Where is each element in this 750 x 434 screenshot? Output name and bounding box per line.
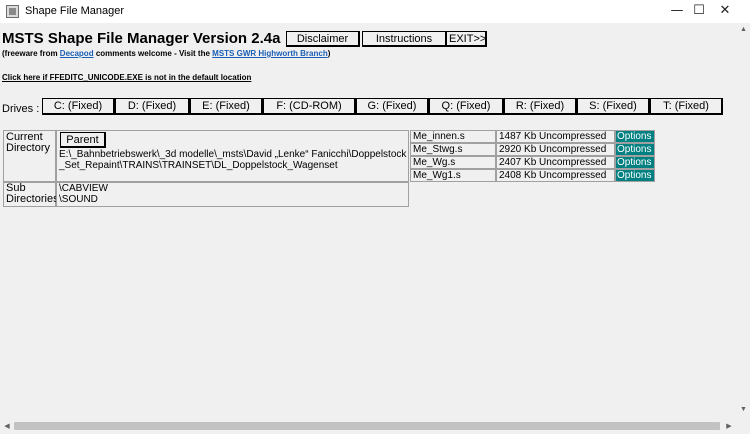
subdirectory-item[interactable]: \CABVIEW	[59, 183, 408, 194]
file-name: Me_Stwg.s	[410, 143, 496, 156]
sub-directories-list: \CABVIEW \SOUND	[56, 182, 409, 207]
app-title: MSTS Shape File Manager Version 2.4a	[2, 30, 281, 47]
drive-button-r[interactable]: R: (Fixed)	[504, 98, 577, 115]
drive-button-f[interactable]: F: (CD-ROM)	[263, 98, 356, 115]
drives-label: Drives :	[2, 103, 40, 115]
file-size: 2408 Kb Uncompressed	[496, 169, 615, 182]
drive-button-q[interactable]: Q: (Fixed)	[429, 98, 504, 115]
vertical-scrollbar[interactable]: ▲ ▼	[737, 23, 750, 419]
freeware-suffix: )	[327, 49, 331, 58]
drive-button-e[interactable]: E: (Fixed)	[190, 98, 263, 115]
drive-button-c[interactable]: C: (Fixed)	[42, 98, 115, 115]
parent-button[interactable]: Parent	[60, 132, 106, 148]
current-directory-path: E:\_Bahnbetriebswerk\_3d modelle\_msts\D…	[59, 149, 407, 171]
file-options-cell: Options	[615, 130, 655, 143]
current-directory-label: Current Directory	[3, 130, 56, 182]
drive-button-g[interactable]: G: (Fixed)	[356, 98, 429, 115]
decapod-link[interactable]: Decapod	[60, 49, 94, 58]
horizontal-scrollbar[interactable]: ◀ ▶	[0, 419, 737, 434]
options-button[interactable]: Options	[616, 144, 654, 155]
drive-button-t[interactable]: T: (Fixed)	[650, 98, 723, 115]
disclaimer-button[interactable]: Disclaimer	[286, 31, 360, 47]
scrollbar-corner	[737, 419, 750, 434]
freeware-prefix: (freeware from	[2, 49, 60, 58]
freeware-note: (freeware from Decapod comments welcome …	[2, 49, 330, 58]
file-size: 2920 Kb Uncompressed	[496, 143, 615, 156]
options-button[interactable]: Options	[616, 157, 654, 168]
file-row: Me_Stwg.s 2920 Kb Uncompressed Options	[410, 143, 655, 156]
file-row: Me_Wg.s 2407 Kb Uncompressed Options	[410, 156, 655, 169]
file-options-cell: Options	[615, 169, 655, 182]
current-directory-cell: Parent E:\_Bahnbetriebswerk\_3d modelle\…	[56, 130, 409, 182]
horizontal-scroll-thumb[interactable]	[14, 422, 720, 430]
close-button[interactable]: ✕	[702, 0, 748, 23]
subdirectory-item[interactable]: \SOUND	[59, 194, 408, 205]
window-title: Shape File Manager	[25, 5, 125, 17]
exit-button[interactable]: EXIT>>	[446, 31, 487, 47]
drive-button-d[interactable]: D: (Fixed)	[115, 98, 190, 115]
file-size: 2407 Kb Uncompressed	[496, 156, 615, 169]
file-row: Me_innen.s 1487 Kb Uncompressed Options	[410, 130, 655, 143]
file-options-cell: Options	[615, 143, 655, 156]
scroll-up-icon[interactable]: ▲	[737, 25, 750, 35]
directory-panel: Current Directory Parent E:\_Bahnbetrieb…	[3, 130, 409, 207]
freeware-middle: comments welcome - Visit the	[93, 49, 213, 58]
sub-directories-label: Sub Directories	[3, 182, 59, 207]
title-bar: Shape File Manager — ☐ ✕	[0, 0, 750, 23]
instructions-button[interactable]: Instructions	[362, 31, 447, 47]
file-name: Me_Wg.s	[410, 156, 496, 169]
scroll-down-icon[interactable]: ▼	[737, 405, 750, 415]
file-list: Me_innen.s 1487 Kb Uncompressed Options …	[410, 130, 655, 184]
options-button[interactable]: Options	[616, 170, 654, 181]
gwr-branch-link[interactable]: MSTS GWR Highworth Branch	[212, 49, 328, 58]
app-icon	[6, 5, 19, 18]
file-name: Me_innen.s	[410, 130, 496, 143]
file-size: 1487 Kb Uncompressed	[496, 130, 615, 143]
file-row: Me_Wg1.s 2408 Kb Uncompressed Options	[410, 169, 655, 182]
scroll-right-icon[interactable]: ▶	[724, 421, 734, 432]
options-button[interactable]: Options	[616, 131, 654, 142]
locate-ffeditc-link[interactable]: Click here if FFEDITC_UNICODE.EXE is not…	[2, 73, 251, 82]
drive-button-s[interactable]: S: (Fixed)	[577, 98, 650, 115]
scroll-left-icon[interactable]: ◀	[2, 421, 12, 432]
file-options-cell: Options	[615, 156, 655, 169]
file-name: Me_Wg1.s	[410, 169, 496, 182]
